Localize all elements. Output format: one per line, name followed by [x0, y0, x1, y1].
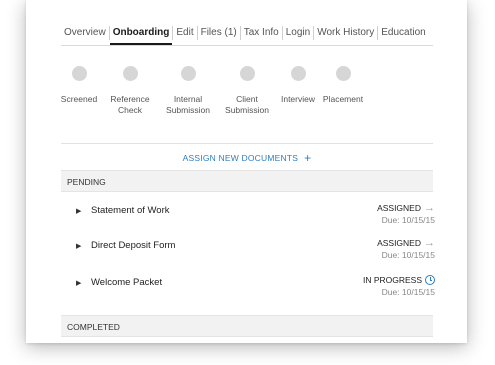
arrow-right-icon: →: [424, 237, 435, 249]
due-date: Due: 10/15/15: [381, 287, 435, 297]
caret-right-icon[interactable]: ▶: [76, 207, 81, 215]
tab-files[interactable]: Files (1): [198, 23, 240, 43]
completed-section-header: COMPLETED: [61, 315, 433, 337]
tab-tax-info[interactable]: Tax Info: [241, 23, 282, 43]
onboarding-card: Overview Onboarding Edit Files (1) Tax I…: [26, 0, 467, 343]
status-label: IN PROGRESS: [362, 275, 422, 285]
document-status[interactable]: ASSIGNED →: [377, 202, 435, 214]
tab-edit[interactable]: Edit: [173, 23, 196, 43]
onboarding-progress-steps: Screened Reference Check Internal Submis…: [52, 66, 392, 126]
step-dot-icon: [71, 66, 87, 81]
tab-overview[interactable]: Overview: [61, 23, 109, 43]
step-dot-icon: [290, 66, 306, 81]
plus-icon: +: [304, 151, 312, 165]
step-dot-icon: [335, 66, 351, 81]
tab-login[interactable]: Login: [283, 23, 313, 43]
completed-heading: COMPLETED: [67, 322, 120, 332]
step-label: Reference Check: [110, 94, 150, 115]
tab-education[interactable]: Education: [378, 23, 428, 43]
caret-right-icon[interactable]: ▶: [76, 279, 81, 287]
step-internal-submission: Internal Submission: [158, 66, 218, 116]
status-label: ASSIGNED: [377, 203, 421, 213]
tab-onboarding[interactable]: Onboarding: [109, 23, 173, 45]
step-placement: Placement: [313, 66, 373, 105]
assign-new-documents-button[interactable]: ASSIGN NEW DOCUMENTS +: [182, 151, 312, 165]
document-status[interactable]: ASSIGNED →: [377, 237, 435, 249]
document-row-direct-deposit-form[interactable]: ▶ Direct Deposit Form ASSIGNED → Due: 10…: [61, 237, 435, 268]
step-label: Internal Submission: [166, 94, 210, 115]
pending-heading: PENDING: [67, 177, 106, 187]
step-dot-icon: [239, 66, 255, 81]
caret-right-icon[interactable]: ▶: [76, 242, 81, 250]
due-date: Due: 10/15/15: [381, 215, 435, 225]
pending-section-header: PENDING: [61, 170, 433, 192]
tab-work-history[interactable]: Work History: [314, 23, 377, 43]
document-row-statement-of-work[interactable]: ▶ Statement of Work ASSIGNED → Due: 10/1…: [61, 202, 435, 233]
document-row-welcome-packet[interactable]: ▶ Welcome Packet IN PROGRESS Due: 10/15/…: [61, 275, 435, 305]
assign-row: ASSIGN NEW DOCUMENTS +: [61, 143, 433, 172]
arrow-right-icon: →: [424, 202, 435, 214]
step-dot-icon: [122, 66, 138, 81]
step-reference-check: Reference Check: [100, 66, 160, 116]
step-dot-icon: [180, 66, 196, 81]
clock-icon: [425, 275, 435, 285]
status-label: ASSIGNED: [377, 238, 421, 248]
document-name: Direct Deposit Form: [91, 240, 176, 251]
assign-label: ASSIGN NEW DOCUMENTS: [182, 153, 299, 163]
step-label: Placement: [322, 94, 364, 104]
document-name: Statement of Work: [91, 205, 170, 216]
due-date: Due: 10/15/15: [381, 250, 435, 260]
document-name: Welcome Packet: [91, 277, 163, 288]
tab-bar: Overview Onboarding Edit Files (1) Tax I…: [61, 23, 433, 46]
document-status[interactable]: IN PROGRESS: [363, 275, 435, 285]
